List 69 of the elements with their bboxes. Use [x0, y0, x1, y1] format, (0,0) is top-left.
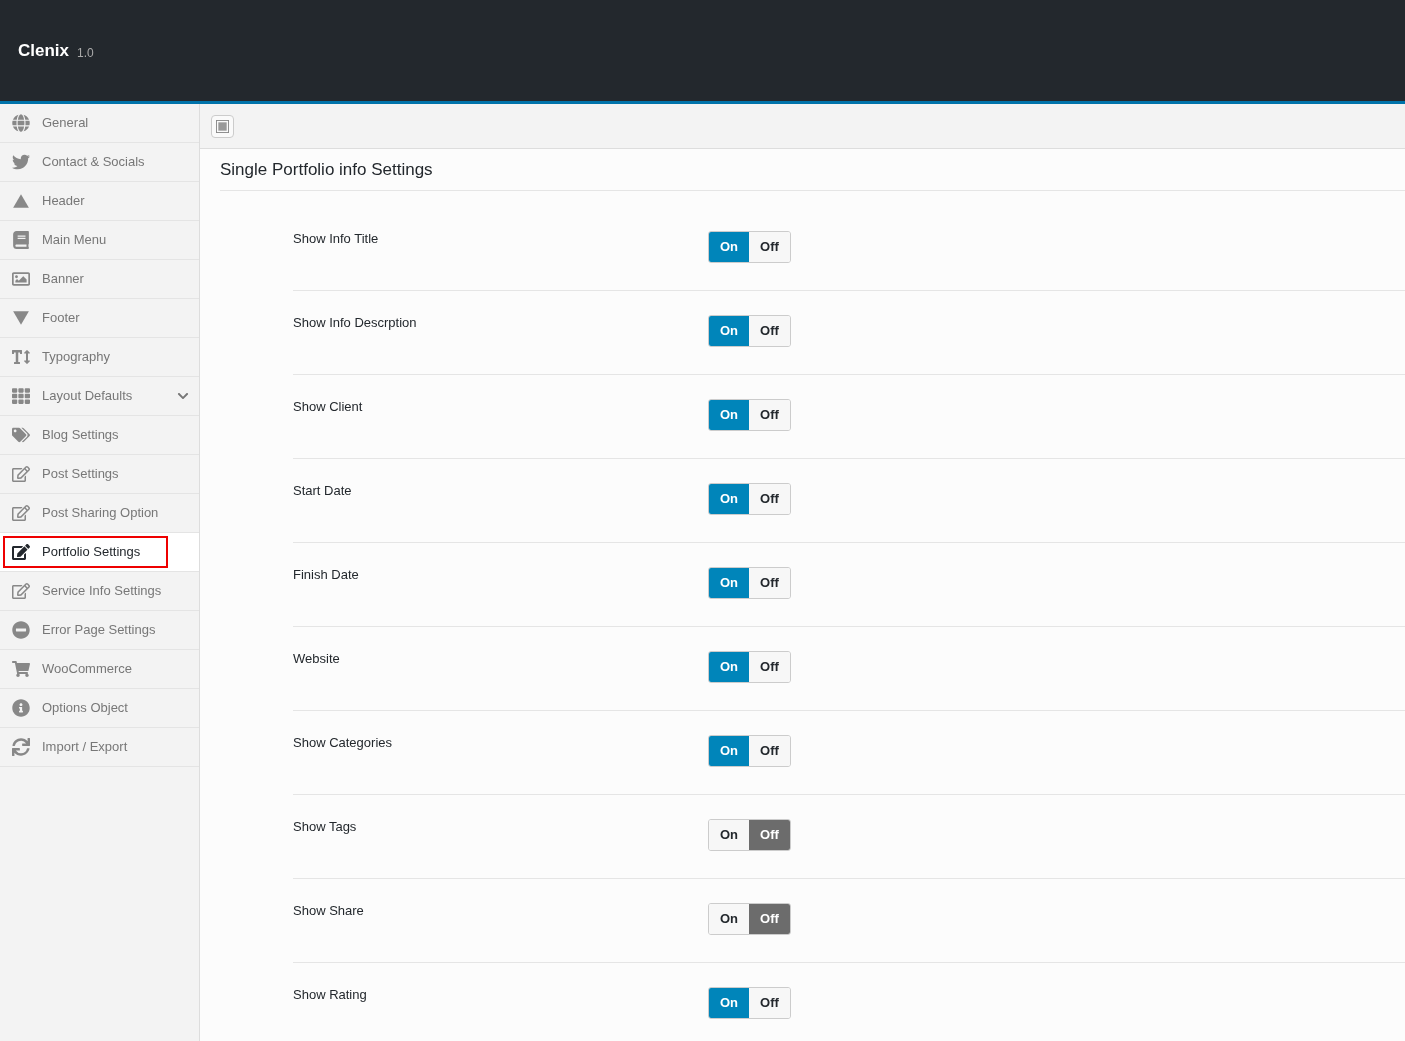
sidebar-item[interactable]: Error Page Settings	[0, 614, 199, 646]
setting-label: Show Info Title	[293, 230, 380, 248]
setting-label: Website	[293, 650, 341, 668]
off-option[interactable]: Off	[749, 820, 790, 850]
globe-icon	[12, 114, 30, 132]
image-icon	[12, 270, 30, 288]
sidebar-item[interactable]: Main Menu	[0, 224, 199, 256]
off-option[interactable]: Off	[749, 484, 790, 514]
sidebar-item[interactable]: Portfolio Settings	[3, 536, 168, 568]
on-option[interactable]: On	[709, 652, 749, 682]
cart-icon	[12, 660, 30, 678]
setting-label: Start Date	[293, 482, 353, 500]
edit-icon	[12, 504, 30, 522]
book-icon	[12, 231, 30, 249]
info-icon	[12, 699, 30, 717]
on-option[interactable]: On	[709, 988, 749, 1018]
version-number: 1.0	[77, 44, 94, 62]
sidebar-item[interactable]: Options Object	[0, 692, 199, 724]
setting-label: Show Rating	[293, 986, 368, 1004]
off-option[interactable]: Off	[749, 568, 790, 598]
bird-icon	[12, 153, 30, 171]
setting-label: Show Categories	[293, 734, 393, 752]
off-option[interactable]: Off	[749, 736, 790, 766]
layout-toggle-button[interactable]	[211, 114, 234, 138]
on-option[interactable]: On	[709, 232, 749, 262]
off-option[interactable]: Off	[749, 400, 790, 430]
refresh-icon	[12, 738, 30, 756]
on-option[interactable]: On	[709, 316, 749, 346]
off-option[interactable]: Off	[749, 904, 790, 934]
off-option[interactable]: Off	[749, 316, 790, 346]
off-option[interactable]: Off	[749, 988, 790, 1018]
sidebar-item[interactable]: Post Sharing Option	[0, 497, 199, 529]
section-title: Single Portfolio info Settings	[220, 149, 1405, 191]
setting-label: Show Client	[293, 398, 364, 416]
sidebar-item[interactable]: Import / Export	[0, 731, 199, 763]
setting-label: Show Share	[293, 902, 365, 920]
sidebar-item[interactable]: Service Info Settings	[0, 575, 199, 607]
edit-icon	[12, 465, 30, 483]
chevron-icon	[177, 390, 189, 402]
sidebar-item[interactable]: Contact & Socials	[0, 146, 199, 178]
off-option[interactable]: Off	[749, 232, 790, 262]
edit-icon	[12, 582, 30, 600]
grid-icon	[12, 387, 30, 405]
sidebar-item[interactable]: Header	[0, 185, 199, 217]
on-option[interactable]: On	[709, 568, 749, 598]
sidebar-item[interactable]: Layout Defaults	[0, 380, 199, 412]
sidebar-item[interactable]: Typography	[0, 341, 199, 373]
panel-icon	[216, 119, 229, 133]
sidebar-item[interactable]: Banner	[0, 263, 199, 295]
on-option[interactable]: On	[709, 400, 749, 430]
sidebar-item[interactable]: Footer	[0, 302, 199, 334]
setting-label: Finish Date	[293, 566, 360, 584]
on-option[interactable]: On	[709, 736, 749, 766]
tags-icon	[12, 426, 30, 444]
off-option[interactable]: Off	[749, 652, 790, 682]
sidebar-item[interactable]: Post Settings	[0, 458, 199, 490]
setting-label: Show Tags	[293, 818, 358, 836]
on-option[interactable]: On	[709, 904, 749, 934]
sidebar-item[interactable]: Blog Settings	[0, 419, 199, 451]
on-option[interactable]: On	[709, 820, 749, 850]
triangle-icon	[12, 192, 30, 210]
triangle-icon	[12, 309, 30, 327]
on-option[interactable]: On	[709, 484, 749, 514]
sidebar-item[interactable]: WooCommerce	[0, 653, 199, 685]
brand-name: Clenix	[18, 39, 70, 62]
text-icon	[12, 348, 30, 366]
sidebar-item[interactable]: General	[0, 107, 199, 139]
setting-label: Show Info Descrption	[293, 314, 418, 332]
edit-icon	[12, 543, 30, 561]
